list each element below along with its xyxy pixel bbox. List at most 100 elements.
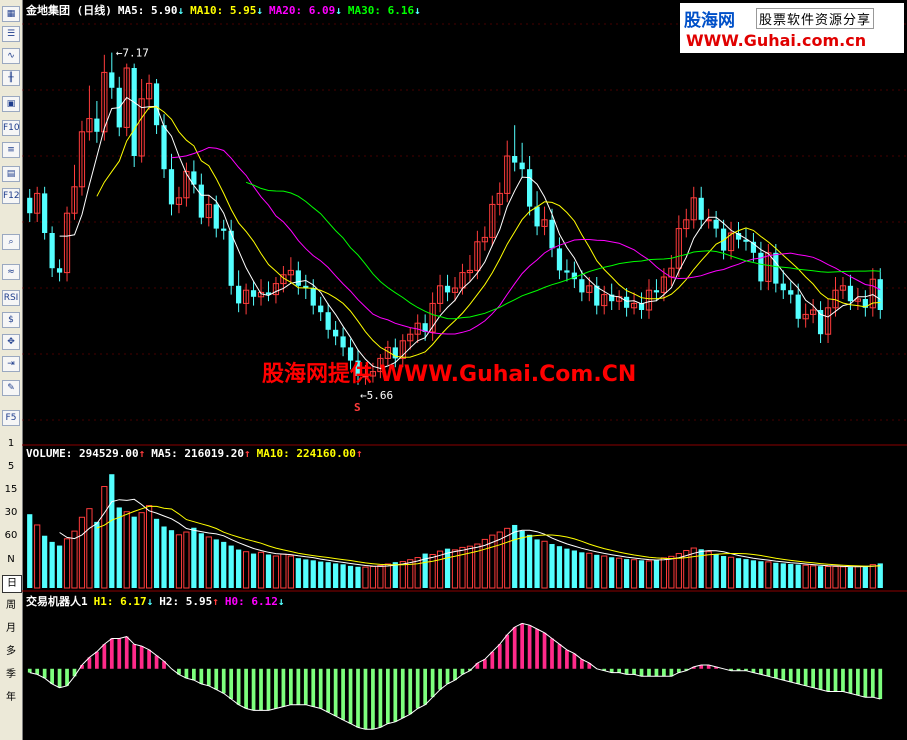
stock-title: 金地集团 (日线) <box>26 4 112 17</box>
candle-body <box>228 230 234 286</box>
candle-body <box>94 118 100 132</box>
volume-bar <box>325 562 331 588</box>
period-6[interactable]: 日 <box>2 575 22 593</box>
rsi-icon[interactable]: RSI <box>2 290 20 306</box>
h1-label: H1: <box>93 595 114 608</box>
volume-bar <box>86 508 93 589</box>
vol-ma10-arrow: ↑ <box>355 447 363 460</box>
period-1[interactable]: 5 <box>2 459 20 475</box>
period-8[interactable]: 月 <box>2 621 20 637</box>
window-icon[interactable]: ▣ <box>2 96 20 112</box>
volume-bar <box>71 530 78 589</box>
table-icon[interactable]: ☰ <box>2 26 20 42</box>
volume-bar <box>236 549 242 588</box>
volume-bar <box>303 559 309 588</box>
volume-bar <box>824 565 832 589</box>
volume-bar <box>735 558 742 588</box>
volume-bar <box>832 565 839 589</box>
volume-bar <box>56 545 63 588</box>
volume-arrow: ↑ <box>138 447 146 460</box>
left-toolbar: ▦ ☰ ∿ ╫ ▣ F10 ≡ ▤ F12 ⌕ ≈ RSI $ ✥ ⇥ ✎ F5 1 5 15 30 60 N 日周月多季年 <box>0 0 23 740</box>
volume-bar <box>191 527 197 588</box>
logo-subtitle: 股票软件资源分享 <box>756 8 875 29</box>
candle-body <box>444 285 451 293</box>
candle-body <box>713 219 719 229</box>
candle-body <box>653 290 660 293</box>
volume-bar <box>788 564 794 588</box>
candle-body <box>295 270 301 286</box>
volume-bar <box>63 538 71 589</box>
period-0[interactable]: 1 <box>2 436 20 452</box>
volume-bar <box>318 561 324 588</box>
volume-bar <box>250 553 257 588</box>
low-annotation: ←5.66 <box>360 389 393 402</box>
volume-bar <box>444 548 451 588</box>
period-3[interactable]: 30 <box>2 505 20 521</box>
candle-body <box>594 285 600 306</box>
robot-label: 交易机器人1 <box>26 595 88 608</box>
volume-bar <box>720 556 727 588</box>
volume-bar <box>668 555 675 589</box>
volume-bar <box>131 516 137 588</box>
volume-label: VOLUME: <box>26 447 73 460</box>
pencil-icon[interactable]: ✎ <box>2 380 20 396</box>
main-header: 金地集团 (日线) MA5: 5.90↓ MA10: 5.95↓ MA20: 6.09… <box>26 2 427 18</box>
volume-bar <box>810 565 817 589</box>
volume-bar <box>42 535 48 588</box>
volume-bar <box>153 518 160 588</box>
volume-bar <box>280 553 287 589</box>
fib-icon[interactable]: ▤ <box>2 166 20 182</box>
volume-bar <box>512 524 518 588</box>
period-9[interactable]: 多 <box>2 644 20 660</box>
volume-bar <box>138 512 145 589</box>
candle-body <box>27 197 33 214</box>
h1-arrow: ↓ <box>146 595 154 608</box>
volume-bar <box>109 474 115 588</box>
volume-bar <box>616 557 623 589</box>
ma30-line <box>245 181 881 320</box>
vol-ma10-label: MA10: <box>256 447 290 460</box>
grid-icon[interactable]: ▦ <box>2 6 20 22</box>
move-icon[interactable]: ✥ <box>2 334 20 350</box>
volume-bar <box>481 538 488 589</box>
volume-bar <box>295 558 301 588</box>
wave-icon[interactable]: ≈ <box>2 264 20 280</box>
candle-body <box>556 248 563 271</box>
candle-body <box>153 83 160 126</box>
h0-label: H0: <box>224 595 245 608</box>
volume-bar <box>221 541 227 588</box>
vol-ma5-value: 216019.20 <box>184 447 244 460</box>
candle-body <box>109 72 115 88</box>
line-chart-icon[interactable]: ∿ <box>2 48 20 64</box>
volume-bar <box>287 555 294 589</box>
candle-body <box>56 268 63 273</box>
candle-body <box>310 288 316 306</box>
period-5[interactable]: N <box>2 552 20 568</box>
zoom-icon[interactable]: ⌕ <box>2 234 20 250</box>
candle-body <box>795 294 801 319</box>
period-10[interactable]: 季 <box>2 667 20 683</box>
logo-url: WWW.Guhai.com.cn <box>686 31 867 50</box>
f5-icon[interactable]: F5 <box>2 410 20 426</box>
volume-bar <box>436 550 444 589</box>
period-2[interactable]: 15 <box>2 482 20 498</box>
f8-icon[interactable]: ≡ <box>2 142 20 158</box>
volume-bar <box>78 516 86 589</box>
period-11[interactable]: 年 <box>2 690 20 706</box>
logo-title: 股海网 <box>684 11 735 31</box>
candle-icon[interactable]: ╫ <box>2 70 20 86</box>
h1-value: 6.17 <box>120 595 147 608</box>
volume-bar <box>362 566 369 589</box>
ma5-label: MA5: <box>117 4 145 17</box>
enter-icon[interactable]: ⇥ <box>2 356 20 372</box>
volume-bar <box>272 555 280 589</box>
f12-icon[interactable]: F12 <box>2 188 20 204</box>
period-7[interactable]: 周 <box>2 598 20 614</box>
dollar-icon[interactable]: $ <box>2 312 20 328</box>
site-logo[interactable]: 股海网 股票软件资源分享 WWW.Guhai.com.cn <box>680 3 904 53</box>
f10-icon[interactable]: F10 <box>2 120 20 136</box>
volume-bar <box>601 555 608 589</box>
volume-bar <box>168 530 175 588</box>
period-4[interactable]: 60 <box>2 528 20 544</box>
candle-body <box>773 252 779 284</box>
